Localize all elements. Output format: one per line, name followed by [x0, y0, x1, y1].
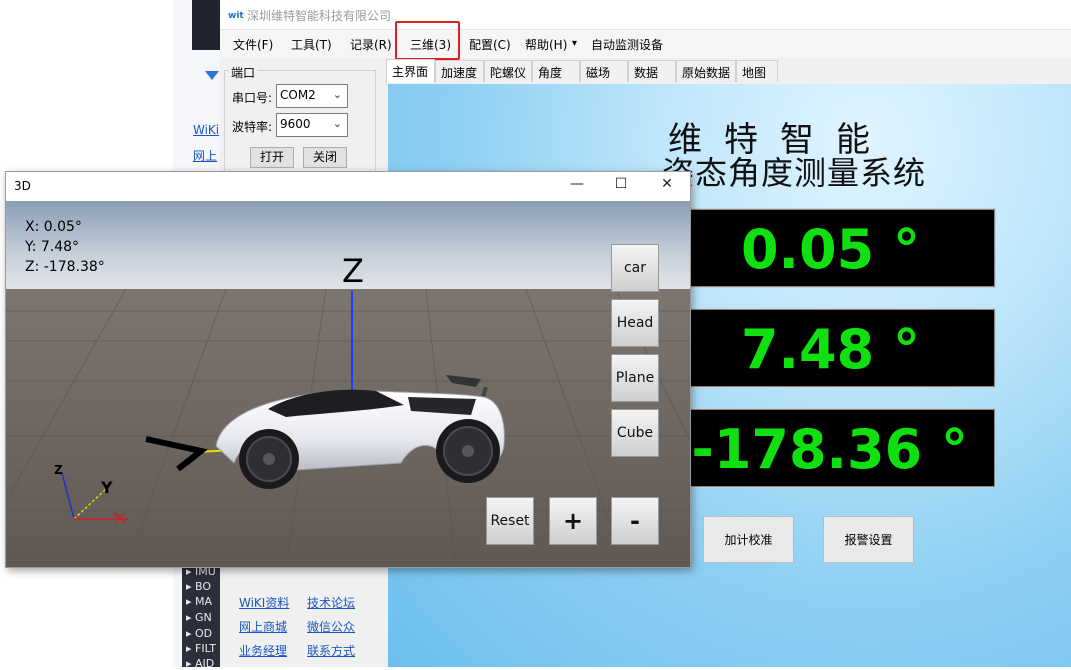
coord-y: Y: 7.48°: [25, 239, 80, 255]
background-link-shop[interactable]: 网上: [193, 147, 217, 164]
link-contact[interactable]: 联系方式: [307, 642, 355, 659]
chevron-down-icon: ⌄: [332, 117, 342, 130]
reset-button[interactable]: Reset: [486, 497, 534, 545]
readout-z-value: -178.36 °: [691, 418, 968, 481]
accel-calibrate-button[interactable]: 加计校准: [703, 516, 794, 563]
open-button[interactable]: 打开: [250, 147, 294, 168]
car-button[interactable]: car: [611, 244, 659, 292]
head-button[interactable]: Head: [611, 299, 659, 347]
alarm-settings-button[interactable]: 报警设置: [823, 516, 914, 563]
port-select[interactable]: COM2 ⌄: [276, 84, 348, 108]
tree-item-ma[interactable]: ▸ MA: [186, 595, 212, 608]
tab-magnetic[interactable]: 磁场: [580, 60, 628, 82]
port-group-label: 端口: [229, 64, 258, 81]
tree-item-bo[interactable]: ▸ BO: [186, 580, 211, 593]
tab-map[interactable]: 地图: [736, 60, 778, 82]
baud-select[interactable]: 9600 ⌄: [276, 113, 348, 137]
port-select-value: COM2: [280, 88, 316, 102]
menu-help[interactable]: 帮助(H): [525, 36, 567, 53]
menu-config[interactable]: 配置(C): [469, 36, 511, 53]
menu-record[interactable]: 记录(R): [350, 36, 392, 53]
close-port-button[interactable]: 关闭: [303, 147, 347, 168]
tree-item-gn[interactable]: ▸ GN: [186, 611, 212, 624]
readout-x: 0.05 °: [690, 209, 995, 287]
window-3d-title: 3D: [14, 179, 31, 193]
minimize-icon[interactable]: —: [566, 176, 588, 196]
zoom-in-button[interactable]: +: [549, 497, 597, 545]
link-forum[interactable]: 技术论坛: [307, 594, 355, 611]
maximize-icon[interactable]: ☐: [610, 176, 632, 196]
background-link-wiki[interactable]: WiKi: [193, 123, 219, 137]
plane-button[interactable]: Plane: [611, 354, 659, 402]
link-sales[interactable]: 业务经理: [239, 642, 287, 659]
close-icon[interactable]: ✕: [656, 176, 678, 196]
coord-x: X: 0.05°: [25, 219, 82, 235]
baud-select-value: 9600: [280, 117, 311, 131]
zoom-out-button[interactable]: -: [611, 497, 659, 545]
tab-main[interactable]: 主界面: [386, 59, 435, 83]
chevron-down-icon: ⌄: [332, 88, 342, 101]
tab-angle[interactable]: 角度: [532, 60, 580, 82]
company-logo-icon: wit: [228, 8, 244, 21]
coord-z: Z: -178.38°: [25, 259, 105, 275]
cube-button[interactable]: Cube: [611, 409, 659, 457]
tab-data[interactable]: 数据: [628, 60, 676, 82]
readout-x-value: 0.05 °: [740, 218, 920, 281]
menu-tools[interactable]: 工具(T): [291, 36, 332, 53]
link-shop[interactable]: 网上商城: [239, 618, 287, 635]
readout-z: -178.36 °: [690, 409, 995, 487]
menu-auto-monitor[interactable]: 自动监测设备: [591, 36, 663, 53]
tab-raw-data[interactable]: 原始数据: [676, 60, 736, 82]
readout-y: 7.48 °: [690, 309, 995, 387]
menu-3d-highlight: [395, 21, 460, 60]
tab-gyroscope[interactable]: 陀螺仪: [484, 60, 532, 82]
readout-y-value: 7.48 °: [740, 318, 920, 381]
z-axis-label: Z: [342, 252, 364, 290]
system-title: 姿态角度测量系统: [662, 154, 927, 192]
baud-label: 波特率:: [232, 120, 273, 134]
main-window-title: 深圳维特智能科技有限公司: [247, 9, 392, 23]
menu-file[interactable]: 文件(F): [233, 36, 273, 53]
triangle-icon: [205, 70, 219, 80]
background-header: [192, 0, 220, 50]
gizmo-y-label: Y: [101, 478, 113, 497]
link-wiki[interactable]: WiKI资料: [239, 594, 289, 611]
port-label: 串口号:: [232, 91, 273, 105]
tree-item-aid[interactable]: ▸ AID: [186, 657, 214, 670]
tree-item-filt[interactable]: ▸ FILT: [186, 642, 216, 655]
link-wechat[interactable]: 微信公众: [307, 618, 355, 635]
tree-item-od[interactable]: ▸ OD: [186, 627, 212, 640]
tab-acceleration[interactable]: 加速度: [435, 60, 484, 82]
menu-help-dropdown-icon[interactable]: ▾: [572, 38, 577, 49]
svg-text:wit: wit: [228, 11, 244, 20]
gizmo-z-label: Z: [54, 463, 63, 477]
